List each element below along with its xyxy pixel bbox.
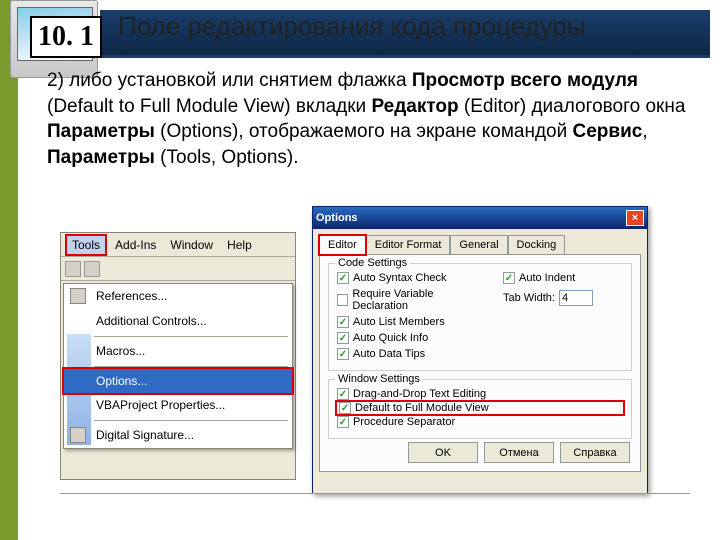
tools-dropdown: References... Additional Controls... Mac… xyxy=(63,283,293,449)
checkbox-procedure-separator[interactable]: ✓Procedure Separator xyxy=(337,414,623,430)
options-dialog: Options × Editor Editor Format General D… xyxy=(312,206,648,494)
checkbox-auto-quick-info[interactable]: ✓Auto Quick Info xyxy=(337,330,483,346)
ok-button[interactable]: OK xyxy=(408,442,478,463)
titlebar: Options × xyxy=(313,207,647,229)
checkbox-auto-indent[interactable]: ✓Auto Indent xyxy=(503,270,623,286)
slide-number: 10. 1 xyxy=(30,16,102,58)
dialog-title: Options xyxy=(316,212,358,224)
window-settings-group: Window Settings ✓Drag-and-Drop Text Edit… xyxy=(328,379,632,439)
checkbox-auto-data-tips[interactable]: ✓Auto Data Tips xyxy=(337,346,483,362)
tab-width-field: Tab Width: xyxy=(503,290,623,306)
menu-addins[interactable]: Add-Ins xyxy=(109,235,162,255)
tab-panel: Code Settings ✓Auto Syntax CheckRequire … xyxy=(319,254,641,472)
menu-item-additional-controls[interactable]: Additional Controls... xyxy=(64,309,292,334)
cancel-button[interactable]: Отмена xyxy=(484,442,554,463)
checkbox-auto-syntax-check[interactable]: ✓Auto Syntax Check xyxy=(337,270,483,286)
tab-editor-format[interactable]: Editor Format xyxy=(366,235,451,254)
menu-tools[interactable]: Tools xyxy=(65,234,107,256)
toolbar-icon[interactable] xyxy=(84,261,100,277)
toolbar xyxy=(61,257,295,281)
menu-item-references[interactable]: References... xyxy=(64,284,292,309)
menu-item-digital-signature[interactable]: Digital Signature... xyxy=(64,423,292,448)
tools-menu-screenshot: Tools Add-Ins Window Help References... … xyxy=(60,232,296,480)
tab-docking[interactable]: Docking xyxy=(508,235,566,254)
menu-window[interactable]: Window xyxy=(164,235,219,255)
menu-item-options[interactable]: Options... xyxy=(62,367,294,395)
menu-item-vbaproject-properties[interactable]: VBAProject Properties... xyxy=(64,393,292,418)
menubar: Tools Add-Ins Window Help xyxy=(61,233,295,257)
body-text: 2) либо установкой или снятием флажка Пр… xyxy=(47,68,700,171)
tab-general[interactable]: General xyxy=(450,235,507,254)
menu-item-macros[interactable]: Macros... xyxy=(64,339,292,364)
tabs: Editor Editor Format General Docking xyxy=(313,229,647,254)
help-button[interactable]: Справка xyxy=(560,442,630,463)
checkbox-require-variable-declaration[interactable]: Require Variable Declaration xyxy=(337,286,483,314)
menu-help[interactable]: Help xyxy=(221,235,258,255)
close-icon[interactable]: × xyxy=(626,210,644,226)
footer-rule xyxy=(60,493,690,494)
tab-editor[interactable]: Editor xyxy=(319,235,366,255)
toolbar-icon[interactable] xyxy=(65,261,81,277)
checkbox-auto-list-members[interactable]: ✓Auto List Members xyxy=(337,314,483,330)
code-settings-group: Code Settings ✓Auto Syntax CheckRequire … xyxy=(328,263,632,371)
page-title: Поле редактирования кода процедуры xyxy=(118,11,586,42)
tab-width-input[interactable] xyxy=(559,290,593,306)
